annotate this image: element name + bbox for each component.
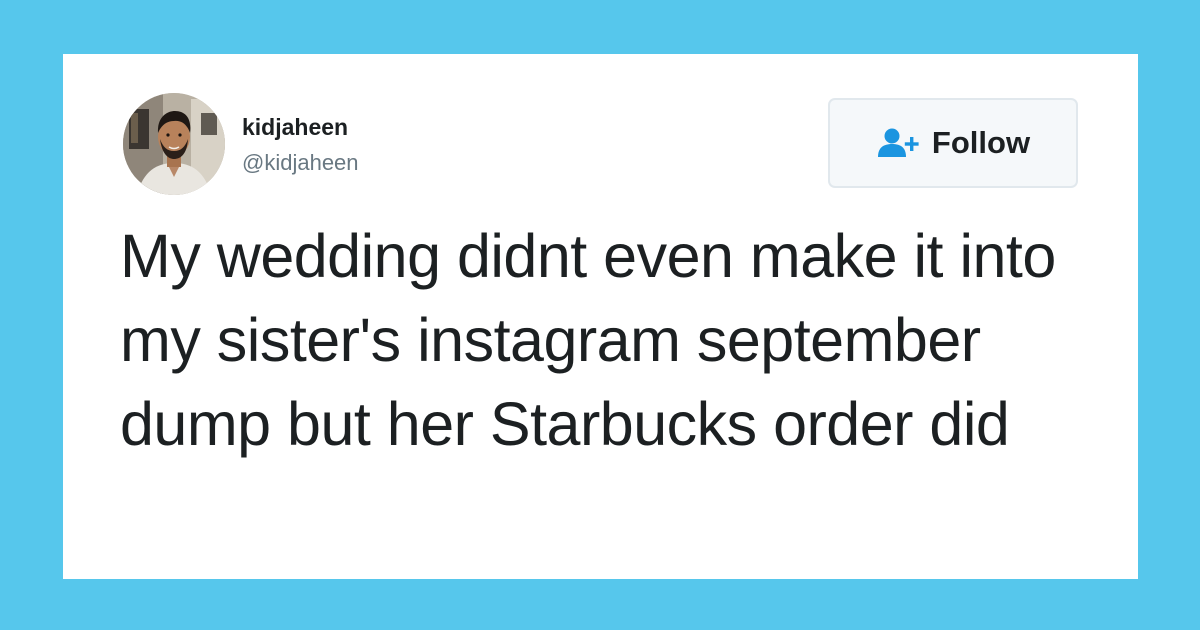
profile-photo-icon [123,93,225,195]
author-avatar[interactable] [123,93,225,195]
tweet-card: kidjaheen @kidjaheen Follow My wedding d… [63,54,1138,579]
follow-button[interactable]: Follow [828,98,1078,188]
add-user-icon [877,128,919,157]
author-display-name[interactable]: kidjaheen [242,113,348,141]
page-background: kidjaheen @kidjaheen Follow My wedding d… [0,0,1200,630]
follow-button-label: Follow [931,125,1031,160]
tweet-text: My wedding didnt even make it into my si… [120,222,1056,458]
author-handle[interactable]: @kidjaheen [242,149,359,177]
